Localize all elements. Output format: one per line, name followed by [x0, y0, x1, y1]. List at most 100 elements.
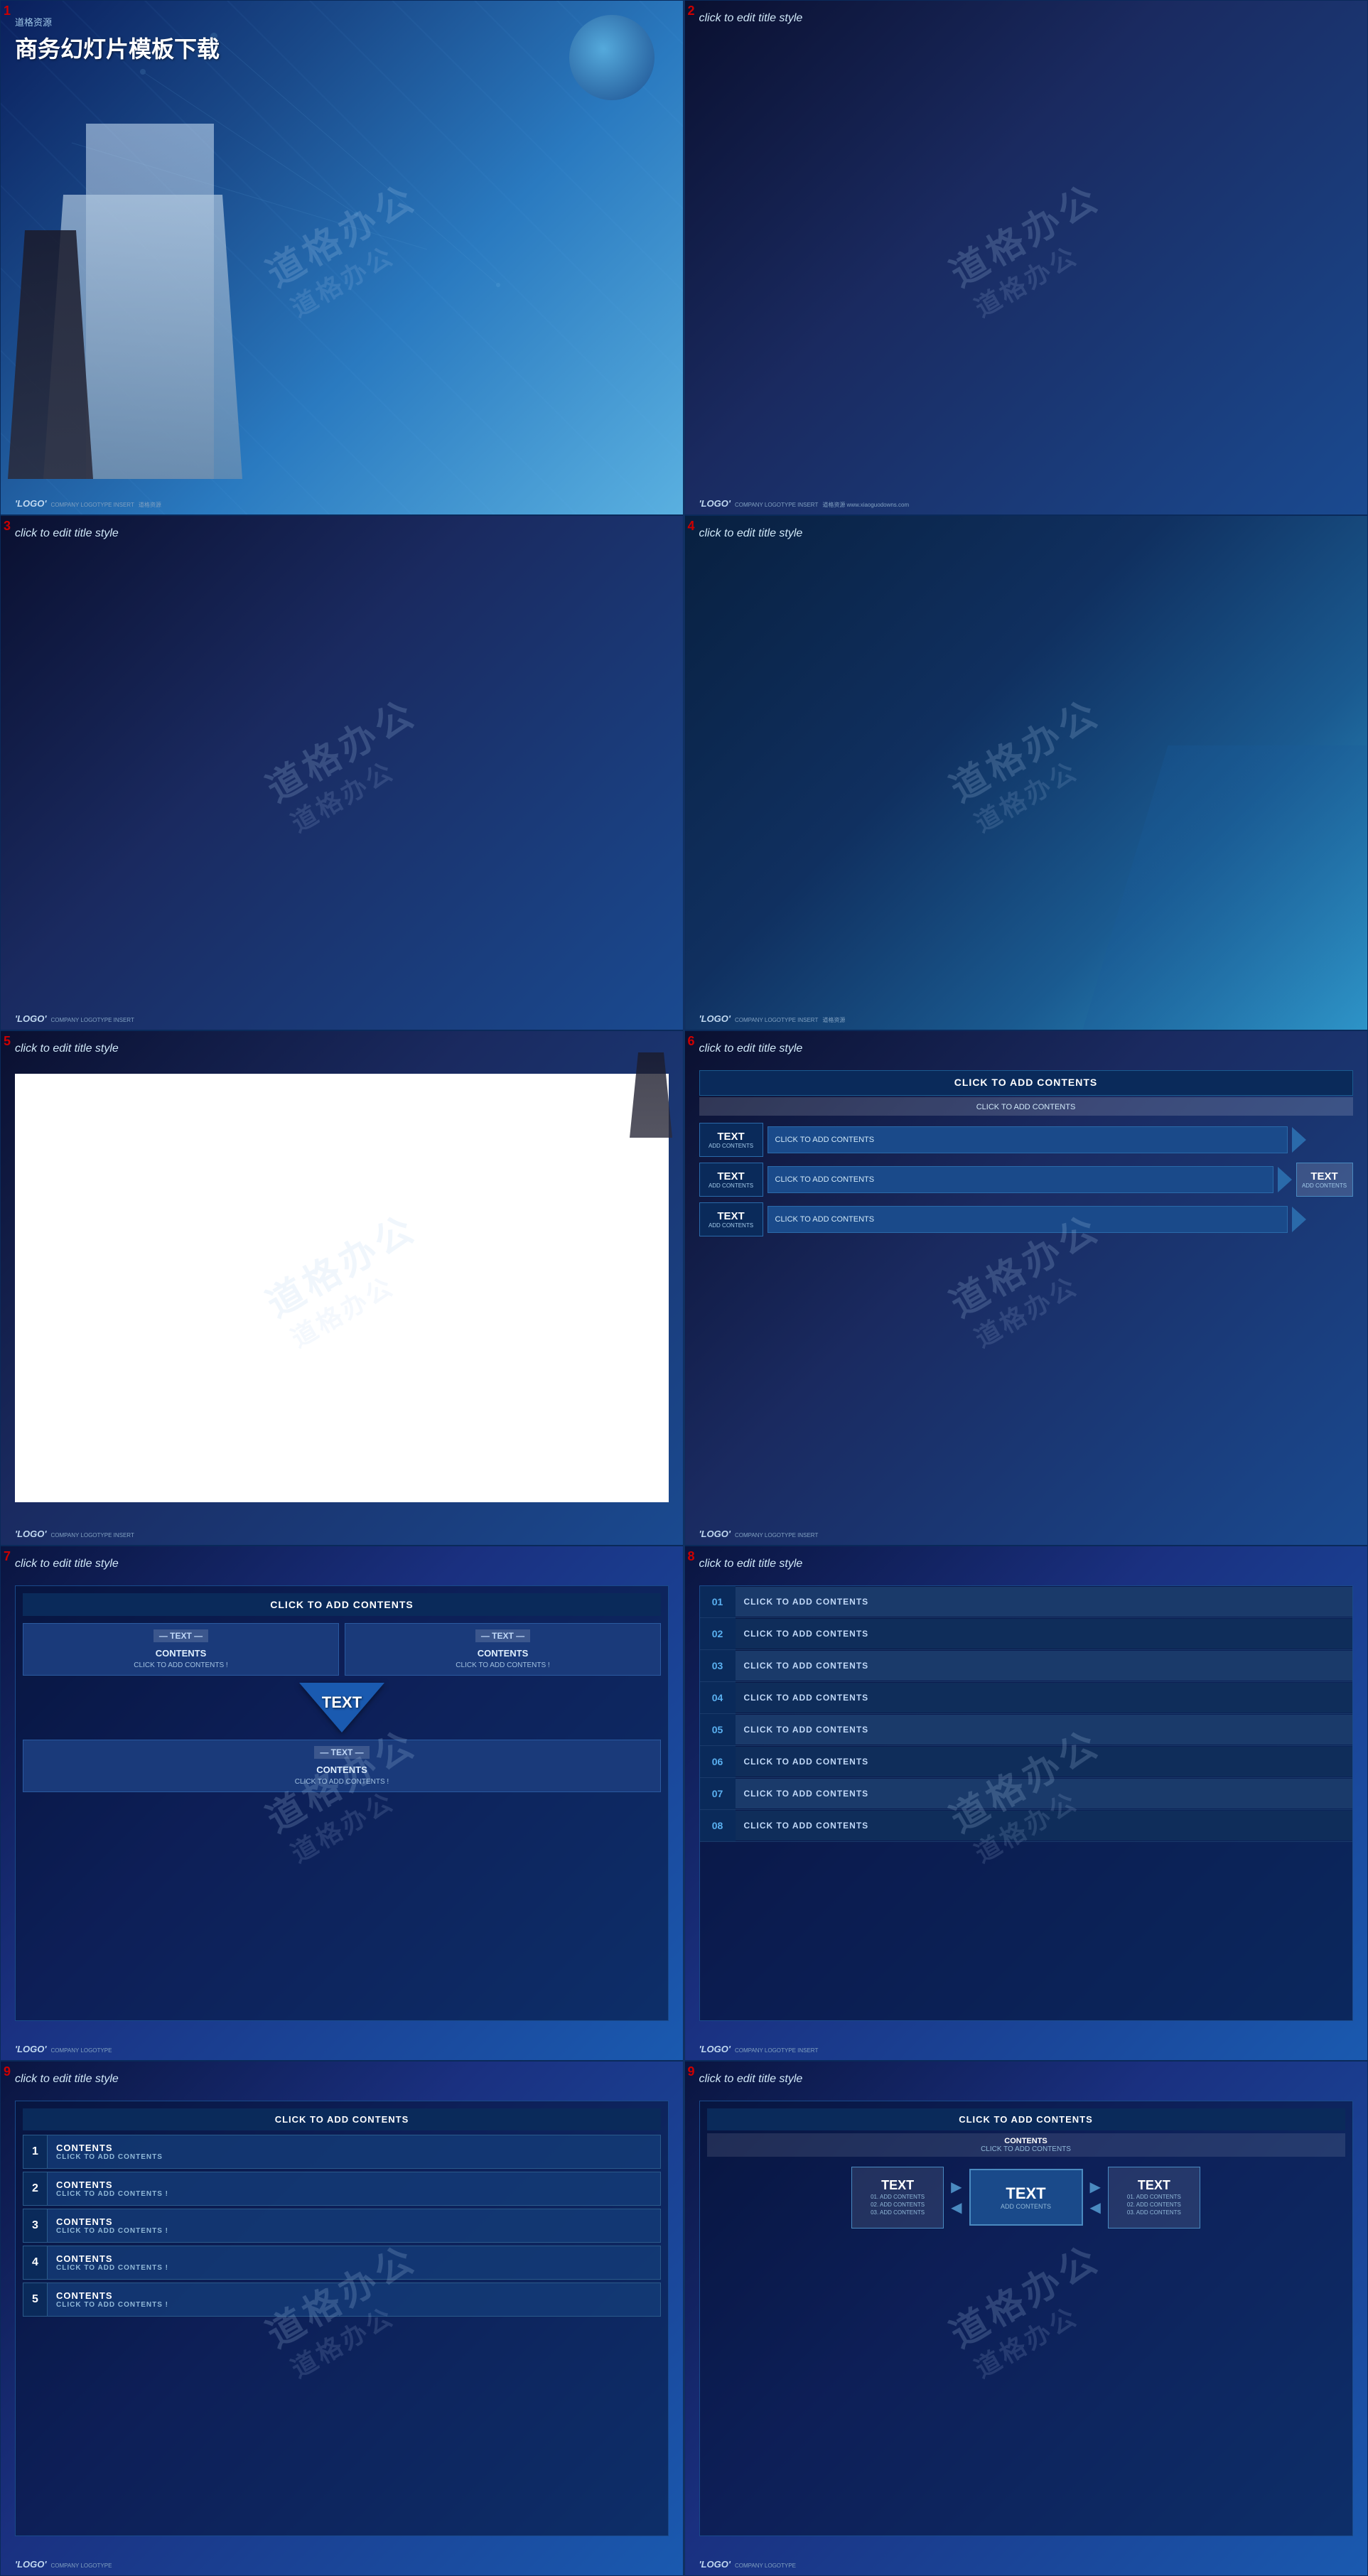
s6-contentbox-2[interactable]: CLICK TO ADD CONTENTS [768, 1166, 1273, 1193]
slide-10: 道格办公 道格办公 click to edit title style CLIC… [684, 2061, 1368, 2576]
s6-contentbox-3[interactable]: CLICK TO ADD CONTENTS [768, 1206, 1288, 1233]
s9-header[interactable]: CLICK TO ADD CONTENTS [23, 2108, 661, 2130]
s10-right-sub: 01. ADD CONTENTS02. ADD CONTENTS03. ADD … [1116, 2193, 1192, 2217]
s8-text-4: CLICK TO ADD CONTENTS [736, 1683, 1352, 1713]
s8-num-6: 06 [700, 1746, 736, 1777]
s9-sub-2: CLICK TO ADD CONTENTS ! [56, 2190, 652, 2198]
s10-arrows-right: ▶ ◀ [1090, 2178, 1101, 2216]
s8-num-8: 08 [700, 1810, 736, 1841]
s9-item-4[interactable]: 4 CONTENTS CLICK TO ADD CONTENTS ! [23, 2246, 661, 2280]
s6-arrow-3 [1292, 1207, 1306, 1232]
s6-contentbox-1[interactable]: CLICK TO ADD CONTENTS [768, 1126, 1288, 1153]
s7-cell-left-label: — TEXT — [154, 1629, 208, 1642]
s6-textbox-1[interactable]: TEXT ADD CONTENTS [699, 1123, 763, 1157]
s6-row-1: TEXT ADD CONTENTS CLICK TO ADD CONTENTS [699, 1123, 1353, 1157]
s6-sub-text: CLICK TO ADD CONTENTS [976, 1103, 1076, 1111]
slide7-num: 7 [4, 1549, 11, 1564]
s8-item-7[interactable]: 07 CLICK TO ADD CONTENTS [700, 1778, 1352, 1810]
slide2-title[interactable]: click to edit title style [699, 12, 803, 25]
s10-arrow-right2: ▶ [1090, 2178, 1101, 2196]
s9-num-3: 3 [23, 2209, 48, 2243]
s8-item-6[interactable]: 06 CLICK TO ADD CONTENTS [700, 1746, 1352, 1778]
s6-label-2: TEXT [704, 1170, 758, 1182]
s9-item-3[interactable]: 3 CONTENTS CLICK TO ADD CONTENTS ! [23, 2209, 661, 2243]
slide5-footer: 'LOGO' COMPANY LOGOTYPE INSERT [15, 1529, 134, 1539]
s9-item-1[interactable]: 1 CONTENTS CLICK TO ADD CONTENTS [23, 2135, 661, 2169]
s9-item-2[interactable]: 2 CONTENTS CLICK TO ADD CONTENTS ! [23, 2172, 661, 2206]
slide4-footer: 'LOGO' COMPANY LOGOTYPE INSERT 道格资源 [699, 1013, 846, 1024]
slide5-content-area [15, 1074, 669, 1502]
s6-textbox-3[interactable]: TEXT ADD CONTENTS [699, 1202, 763, 1236]
s6-subheader[interactable]: CLICK TO ADD CONTENTS [699, 1097, 1353, 1116]
slide-5: 道格办公 道格办公 click to edit title style 'LOG… [0, 1030, 684, 1546]
slide3-title[interactable]: click to edit title style [15, 527, 119, 540]
s8-text-8: CLICK TO ADD CONTENTS [736, 1811, 1352, 1841]
slide2-num: 2 [688, 4, 695, 18]
s8-item-2[interactable]: 02 CLICK TO ADD CONTENTS [700, 1618, 1352, 1650]
s7-cell-right: — TEXT — CONTENTS CLICK TO ADD CONTENTS … [345, 1623, 661, 1676]
s9-text-1: CONTENTS CLICK TO ADD CONTENTS [48, 2135, 661, 2169]
s7-header[interactable]: CLICK TO ADD CONTENTS [23, 1593, 661, 1616]
s7-bottom-content[interactable]: CLICK TO ADD CONTENTS ! [29, 1778, 655, 1786]
s7-cell-left-content[interactable]: CLICK TO ADD CONTENTS ! [29, 1661, 333, 1669]
slide5-title[interactable]: click to edit title style [15, 1042, 119, 1055]
s9-text-3: CONTENTS CLICK TO ADD CONTENTS ! [48, 2209, 661, 2243]
slide1-company: COMPANY LOGOTYPE INSERT [50, 502, 134, 508]
slide3-logo: 'LOGO' [15, 1013, 46, 1024]
s10-sub-title: CONTENTS [711, 2137, 1342, 2145]
s9-item-5[interactable]: 5 CONTENTS CLICK TO ADD CONTENTS ! [23, 2283, 661, 2317]
s8-num-3: 03 [700, 1650, 736, 1681]
slide7-title[interactable]: click to edit title style [15, 1558, 119, 1570]
s9-sub-3: CLICK TO ADD CONTENTS ! [56, 2227, 652, 2235]
s8-item-8[interactable]: 08 CLICK TO ADD CONTENTS [700, 1810, 1352, 1842]
slide7-company: COMPANY LOGOTYPE [50, 2047, 112, 2054]
s8-text-3: CLICK TO ADD CONTENTS [736, 1651, 1352, 1681]
s8-item-3[interactable]: 03 CLICK TO ADD CONTENTS [700, 1650, 1352, 1682]
slide3-bg [1, 516, 683, 1030]
s8-list: 01 CLICK TO ADD CONTENTS 02 CLICK TO ADD… [700, 1586, 1352, 1842]
s9-sub-4: CLICK TO ADD CONTENTS ! [56, 2264, 652, 2272]
slide4-logo: 'LOGO' [699, 1013, 731, 1024]
slide4-num: 4 [688, 519, 695, 534]
s8-item-5[interactable]: 05 CLICK TO ADD CONTENTS [700, 1714, 1352, 1746]
s9-text-5: CONTENTS CLICK TO ADD CONTENTS ! [48, 2283, 661, 2317]
s10-arrow-left: ◀ [951, 2199, 962, 2216]
s10-left-box[interactable]: TEXT 01. ADD CONTENTS02. ADD CONTENTS03.… [851, 2167, 944, 2229]
slide1-logo: 'LOGO' [15, 498, 46, 509]
s10-center-label: TEXT [981, 2184, 1071, 2203]
s7-cell-right-content[interactable]: CLICK TO ADD CONTENTS ! [351, 1661, 655, 1669]
s8-item-4[interactable]: 04 CLICK TO ADD CONTENTS [700, 1682, 1352, 1714]
slide-7: 道格办公 道格办公 click to edit title style CLIC… [0, 1546, 684, 2061]
slide8-title[interactable]: click to edit title style [699, 1558, 803, 1570]
s9-text-4: CONTENTS CLICK TO ADD CONTENTS ! [48, 2246, 661, 2280]
slide1-title: 商务幻灯片模板下载 [15, 31, 220, 64]
s10-subheader[interactable]: CONTENTS CLICK TO ADD CONTENTS [707, 2133, 1345, 2157]
s6-rightbox[interactable]: TEXT ADD CONTENTS [1296, 1163, 1353, 1197]
slide5-logo: 'LOGO' [15, 1529, 46, 1539]
s8-num-5: 05 [700, 1714, 736, 1745]
s6-header[interactable]: CLICK TO ADD CONTENTS [699, 1070, 1353, 1096]
slide4-title[interactable]: click to edit title style [699, 527, 803, 540]
slide9-title[interactable]: click to edit title style [15, 2073, 119, 2086]
slide4-url: 道格资源 [822, 1016, 845, 1024]
slide1-num: 1 [4, 4, 11, 18]
s10-header[interactable]: CLICK TO ADD CONTENTS [707, 2108, 1345, 2130]
s10-center-box[interactable]: TEXT ADD CONTENTS [969, 2169, 1083, 2226]
slide4-company: COMPANY LOGOTYPE INSERT [735, 1017, 818, 1023]
slide8-footer: 'LOGO' COMPANY LOGOTYPE INSERT [699, 2044, 819, 2054]
slide6-title[interactable]: click to edit title style [699, 1042, 803, 1055]
slide10-title[interactable]: click to edit title style [699, 2073, 803, 2086]
slide-4: 道格办公 道格办公 click to edit title style 'LOG… [684, 515, 1368, 1030]
s8-item-1[interactable]: 01 CLICK TO ADD CONTENTS [700, 1586, 1352, 1618]
s9-label-5: CONTENTS [56, 2290, 652, 2301]
slide3-company: COMPANY LOGOTYPE INSERT [50, 1017, 134, 1023]
s10-right-box[interactable]: TEXT 01. ADD CONTENTS02. ADD CONTENTS03.… [1108, 2167, 1200, 2229]
s6-textbox-2[interactable]: TEXT ADD CONTENTS [699, 1163, 763, 1197]
s7-main-grid: — TEXT — CONTENTS CLICK TO ADD CONTENTS … [23, 1623, 661, 1676]
s6-sublabel-1: ADD CONTENTS [704, 1143, 758, 1149]
s10-arrows-left: ▶ ◀ [951, 2178, 962, 2216]
slide2-company: COMPANY LOGOTYPE INSERT [735, 502, 818, 508]
s7-arrow-container: TEXT [23, 1683, 661, 1732]
slide1-subtitle: 道格资源 [15, 15, 220, 28]
slide2-footer: 'LOGO' COMPANY LOGOTYPE INSERT 道格资源 www.… [699, 498, 910, 509]
